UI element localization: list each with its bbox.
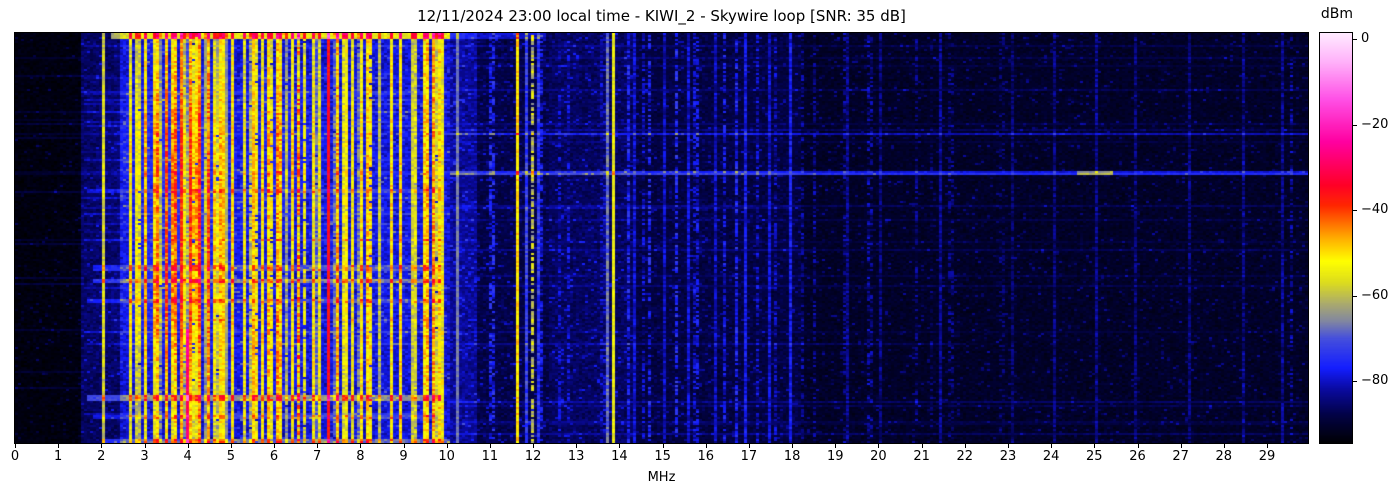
x-tick-mark bbox=[921, 444, 923, 448]
x-tick-label: 8 bbox=[356, 449, 365, 464]
x-tick-label: 20 bbox=[870, 449, 887, 464]
x-tick-label: 14 bbox=[611, 449, 628, 464]
colorbar-tick-label: −60 bbox=[1361, 287, 1389, 303]
waterfall-canvas bbox=[15, 33, 1308, 443]
x-tick-label: 2 bbox=[97, 449, 106, 464]
colorbar-tick-mark bbox=[1353, 39, 1357, 41]
colorbar-tick-mark bbox=[1353, 381, 1357, 383]
x-tick-label: 6 bbox=[269, 449, 279, 464]
x-tick-mark bbox=[662, 444, 664, 448]
x-tick-mark bbox=[1094, 444, 1096, 448]
x-tick-label: 4 bbox=[183, 449, 192, 464]
x-tick-label: 19 bbox=[827, 449, 844, 464]
x-tick-mark bbox=[878, 444, 880, 448]
x-tick-mark bbox=[705, 444, 707, 448]
x-tick-mark bbox=[360, 444, 362, 448]
colorbar-tick-mark bbox=[1353, 124, 1357, 126]
x-tick-label: 29 bbox=[1258, 449, 1276, 464]
colorbar-tick-label: 0 bbox=[1361, 31, 1370, 47]
x-tick-mark bbox=[964, 444, 966, 448]
x-tick-label: 10 bbox=[438, 449, 455, 464]
colorbar-tick-mark bbox=[1353, 210, 1357, 212]
x-tick-mark bbox=[58, 444, 60, 448]
x-tick-mark bbox=[748, 444, 750, 448]
x-tick-mark bbox=[317, 444, 319, 448]
x-tick-mark bbox=[446, 444, 448, 448]
x-tick-label: 9 bbox=[399, 449, 408, 464]
colorbar-canvas bbox=[1320, 33, 1352, 443]
colorbar-tick-label: −40 bbox=[1361, 202, 1389, 218]
x-tick-label: 3 bbox=[140, 449, 149, 464]
x-tick-label: 23 bbox=[999, 449, 1017, 464]
x-tick-label: 15 bbox=[654, 449, 671, 464]
colorbar-tick-label: −20 bbox=[1361, 116, 1389, 132]
x-tick-label: 1 bbox=[54, 449, 63, 464]
x-tick-label: 27 bbox=[1172, 449, 1189, 464]
x-tick-mark bbox=[576, 444, 578, 448]
colorbar bbox=[1319, 32, 1353, 444]
x-tick-label: 25 bbox=[1086, 449, 1103, 464]
x-tick-mark bbox=[15, 444, 16, 448]
x-tick-mark bbox=[1180, 444, 1182, 448]
x-tick-label: 17 bbox=[740, 449, 758, 464]
x-tick-mark bbox=[1223, 444, 1225, 448]
x-tick-label: 22 bbox=[956, 449, 974, 464]
x-tick-mark bbox=[619, 444, 621, 448]
x-tick-label: 18 bbox=[783, 449, 801, 464]
x-tick-mark bbox=[1008, 444, 1009, 448]
x-tick-mark bbox=[144, 444, 146, 448]
colorbar-tick-label: −80 bbox=[1361, 373, 1389, 389]
x-tick-mark bbox=[187, 444, 189, 448]
x-tick-mark bbox=[101, 444, 103, 448]
plot-area bbox=[14, 32, 1309, 444]
x-tick-mark bbox=[533, 444, 535, 448]
x-tick-label: 7 bbox=[313, 449, 322, 464]
x-tick-label: 13 bbox=[567, 449, 585, 464]
x-tick-label: 5 bbox=[226, 449, 236, 464]
x-tick-mark bbox=[1267, 444, 1268, 448]
x-tick-mark bbox=[1051, 444, 1053, 448]
x-tick-label: 24 bbox=[1042, 449, 1060, 464]
colorbar-title: dBm bbox=[1320, 6, 1354, 22]
x-tick-mark bbox=[1137, 444, 1139, 448]
x-tick-mark bbox=[230, 444, 232, 448]
x-tick-mark bbox=[835, 444, 837, 448]
x-tick-label: 12 bbox=[524, 449, 542, 464]
colorbar-tick-mark bbox=[1353, 295, 1357, 297]
spectrogram-figure: 12/11/2024 23:00 local time - KIWI_2 - S… bbox=[0, 0, 1400, 500]
chart-title: 12/11/2024 23:00 local time - KIWI_2 - S… bbox=[417, 7, 906, 25]
x-tick-label: 21 bbox=[913, 449, 930, 464]
x-tick-label: 16 bbox=[697, 449, 715, 464]
x-tick-label: 0 bbox=[10, 449, 20, 464]
x-tick-mark bbox=[792, 444, 794, 448]
x-tick-mark bbox=[403, 444, 405, 448]
x-tick-label: 11 bbox=[481, 449, 499, 464]
x-tick-label: 28 bbox=[1215, 449, 1233, 464]
x-tick-label: 26 bbox=[1129, 449, 1146, 464]
x-axis-label: MHz bbox=[647, 470, 676, 485]
x-tick-mark bbox=[489, 444, 491, 448]
x-tick-mark bbox=[274, 444, 275, 448]
